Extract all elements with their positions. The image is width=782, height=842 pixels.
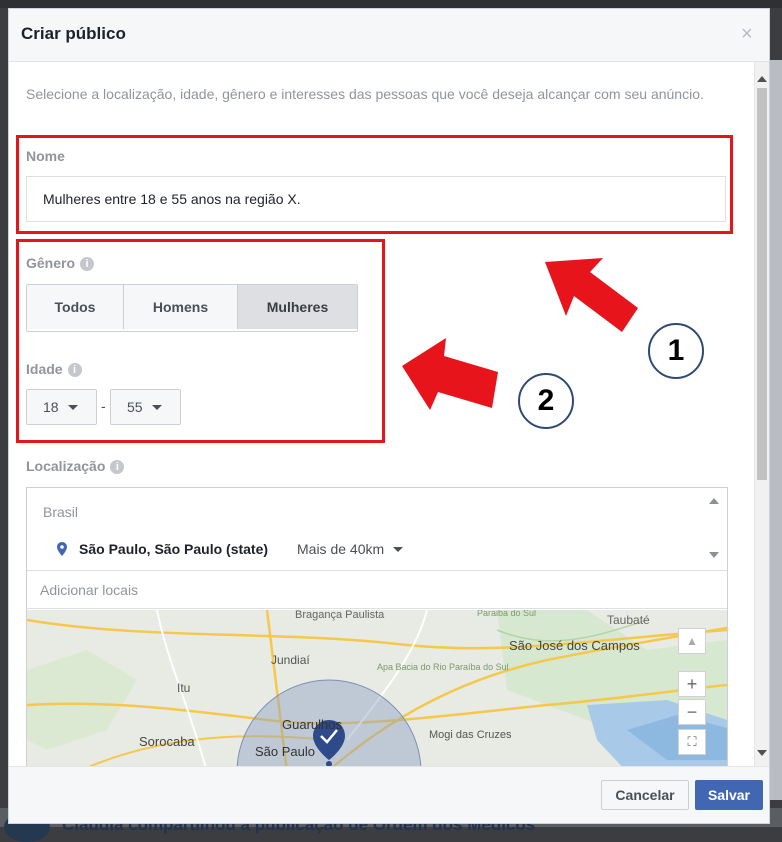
map-label-paraiba: Paraiba do Sul xyxy=(477,610,536,618)
close-icon[interactable]: × xyxy=(741,23,753,46)
callout-number-1: 1 xyxy=(648,323,704,379)
location-map[interactable]: Bragança Paulista Jundiaí Itu Sorocaba S… xyxy=(27,610,727,766)
map-label-braganca: Bragança Paulista xyxy=(295,610,385,621)
background-page-top xyxy=(0,0,782,8)
zoom-out-button[interactable]: − xyxy=(678,699,706,725)
map-label-guarulhos: Guarulhos xyxy=(282,717,342,732)
scroll-up-arrow[interactable] xyxy=(757,76,767,82)
location-list-scroll-up[interactable] xyxy=(709,498,719,504)
map-label-sjc: São José dos Campos xyxy=(509,638,640,653)
cancel-button[interactable]: Cancelar xyxy=(601,780,689,810)
map-pin-icon xyxy=(57,542,67,556)
add-locations-input[interactable]: Adicionar locais xyxy=(27,571,727,609)
info-icon[interactable]: i xyxy=(110,460,125,474)
map-label-sorocaba: Sorocaba xyxy=(139,734,195,749)
location-label: Localização xyxy=(26,458,106,474)
scroll-down-arrow[interactable] xyxy=(757,750,767,756)
location-list-scroll-down[interactable] xyxy=(709,552,719,558)
dialog-footer: Cancelar Salvar xyxy=(9,766,769,823)
fullscreen-icon[interactable]: ⛶ xyxy=(678,729,706,755)
location-box: Brasil São Paulo, São Paulo (state) Mais… xyxy=(26,487,728,766)
background-page-right xyxy=(770,60,782,800)
scroll-thumb[interactable] xyxy=(757,88,767,480)
location-label-row: Localização i xyxy=(26,458,125,474)
chevron-down-icon xyxy=(393,547,404,552)
map-canvas: Bragança Paulista Jundiaí Itu Sorocaba S… xyxy=(27,610,727,766)
map-label-sao-paulo: São Paulo xyxy=(255,744,315,759)
save-button[interactable]: Salvar xyxy=(695,780,763,810)
location-country: Brasil xyxy=(43,504,79,520)
highlight-box-gender-age xyxy=(16,239,385,443)
highlight-box-name xyxy=(16,135,733,234)
map-pan-up-button[interactable]: ▲ xyxy=(678,628,706,654)
intro-text: Selecione a localização, idade, gênero e… xyxy=(26,86,704,102)
map-label-mogi: Mogi das Cruzes xyxy=(429,729,512,741)
map-label-jundiai: Jundiaí xyxy=(271,653,310,667)
dialog-title: Criar público xyxy=(21,24,126,43)
location-city: São Paulo, São Paulo (state) xyxy=(79,541,269,557)
radius-dropdown[interactable]: Mais de 40km xyxy=(297,541,404,557)
radius-value: Mais de 40km xyxy=(297,541,385,557)
dialog-scrollbar[interactable] xyxy=(754,62,769,766)
dialog-header: Criar público × xyxy=(9,9,769,62)
zoom-in-button[interactable]: + xyxy=(678,671,706,697)
callout-number-2: 2 xyxy=(518,373,574,429)
map-label-apa: Apa Bacia do Rio Paraíba do Sul xyxy=(377,662,509,672)
map-label-taubate: Taubaté xyxy=(607,613,650,627)
map-label-itu: Itu xyxy=(177,681,190,695)
